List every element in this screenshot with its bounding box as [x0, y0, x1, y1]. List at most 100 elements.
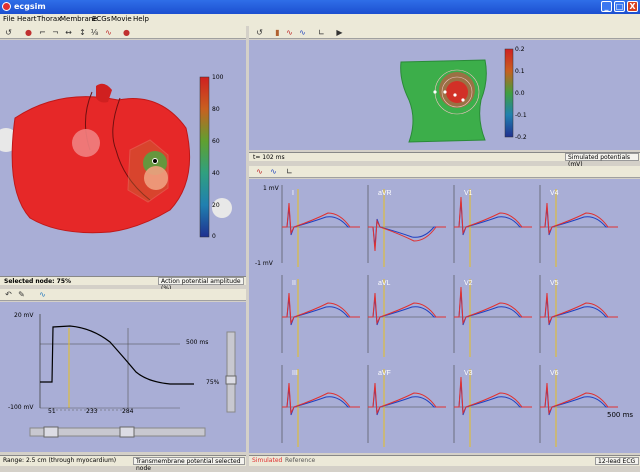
ecg-lead-label: aVR — [378, 190, 392, 197]
ap-x-unit-label: 500 ms — [186, 339, 209, 346]
maximize-button[interactable]: □ — [614, 1, 625, 12]
ecg-reference-trace — [540, 206, 618, 236]
ecg-reference-trace — [282, 386, 360, 416]
rotate-icon[interactable]: ↺ — [4, 28, 13, 37]
ap-toolbar: ↶ ✎ ∿ — [0, 289, 246, 301]
ecg-simulated-trace — [368, 292, 446, 325]
torso-status-bar: t= 102 ms Simulated potentials (mV) — [249, 152, 640, 168]
range-text: Range: 2.5 cm (through myocardium) — [3, 457, 117, 464]
torso-quantity-label: Simulated potentials (mV) — [565, 153, 639, 168]
electrode-sphere — [144, 166, 168, 190]
cursor-icon[interactable]: ✎ — [17, 290, 26, 299]
ap-quantity-label: Transmembrane potential selected node — [133, 457, 245, 472]
ap-horizontal-slider-thumb[interactable] — [43, 426, 59, 438]
colorbar — [199, 76, 210, 238]
rotate-icon[interactable]: ↺ — [255, 28, 264, 37]
compare-map-icon[interactable]: ∿ — [298, 28, 307, 37]
close-button[interactable]: X — [627, 1, 638, 12]
ecg-compare-icon[interactable]: ∿ — [269, 167, 278, 176]
ecg-y-bottom-label: -1 mV — [255, 260, 273, 267]
ap-status-bar: Range: 2.5 cm (through myocardium) Trans… — [0, 455, 246, 472]
colorbar — [504, 48, 514, 138]
step-down-icon[interactable]: ¬ — [51, 28, 60, 37]
torso-toolbar: ↺ ▮ ∿ ∿ ∟ ▶ — [249, 26, 640, 39]
ecg-grid[interactable]: IaVR V1 V4 II aVL V2 V5 III aVF V3 V6 — [249, 179, 640, 453]
ecg-lead-label: III — [292, 370, 298, 377]
torso-panel: 0.2 0.1 0.0 -0.1 -0.2 — [249, 40, 640, 150]
colorbar-label: 0 — [212, 233, 216, 240]
colorbar-label: -0.2 — [515, 134, 527, 141]
colorbar-label: 80 — [212, 106, 220, 113]
ecg-reference-trace — [368, 218, 446, 248]
heart-status-bar: Selected node: 75% Action potential ampl… — [0, 276, 246, 292]
colorbar-label: 60 — [212, 138, 220, 145]
colorbar-label: -0.1 — [515, 112, 527, 119]
ecg-simulated-trace — [454, 196, 532, 235]
colorbar-label: 0.2 — [515, 46, 525, 53]
heart-panel: 100 80 60 40 20 0 — [0, 40, 246, 276]
ecg-lead-label: V2 — [464, 280, 473, 287]
ap-curve — [40, 325, 194, 385]
ecg-simulated-trace — [282, 292, 360, 325]
heart-view-icon[interactable]: ● — [24, 28, 33, 37]
step-up-icon[interactable]: ⌐ — [38, 28, 47, 37]
ecg-x-unit-label: 500 ms — [607, 411, 634, 419]
app-heart-icon — [2, 2, 11, 11]
torso-view[interactable] — [249, 40, 640, 150]
menu-file[interactable]: File — [3, 15, 15, 23]
ap-y-top-label: 20 mV — [14, 312, 34, 319]
potential-map-icon[interactable]: ∿ — [285, 28, 294, 37]
ecg-simulated-icon[interactable]: ∿ — [255, 167, 264, 176]
ap-vertical-slider-track[interactable] — [226, 331, 236, 413]
waveform-icon[interactable]: ∿ — [38, 290, 47, 299]
menu-help[interactable]: Help — [133, 15, 149, 23]
ecg-status-bar: Simulated Reference 12-lead ECG — [249, 455, 640, 466]
axes-icon[interactable]: ∟ — [285, 167, 294, 176]
selected-node-marker[interactable] — [152, 158, 158, 164]
ap-vertical-slider-thumb[interactable] — [225, 375, 237, 385]
heart-toolbar: ↺ ● ⌐ ¬ ↔ ↕ ⅛ ∿ ● — [0, 26, 246, 39]
ecg-lead-label: II — [292, 280, 296, 287]
ecg-reference-trace — [454, 290, 532, 326]
heart-view[interactable] — [0, 40, 246, 276]
ap-marker-label: 284 — [122, 408, 134, 415]
electrode-dot — [443, 90, 447, 94]
ecg-lead-label: aVL — [378, 280, 391, 287]
potential-peak — [446, 81, 468, 103]
window-title: ecgsim — [14, 2, 46, 11]
undo-icon[interactable]: ↶ — [4, 290, 13, 299]
ecg-simulated-trace — [282, 202, 360, 235]
ecg-simulated-trace — [368, 382, 446, 415]
ap-plot[interactable] — [0, 302, 246, 452]
torso-view-icon[interactable]: ▮ — [273, 28, 282, 37]
ecg-reference-trace — [282, 296, 360, 326]
title-bar: ecgsim _ □ X — [0, 0, 640, 14]
ecg-simulated-trace — [454, 376, 532, 415]
menu-heart[interactable]: Heart — [17, 15, 36, 23]
minimize-button[interactable]: _ — [601, 1, 612, 12]
menu-movie[interactable]: Movie — [111, 15, 132, 23]
horizontal-arrows-icon[interactable]: ↔ — [64, 28, 73, 37]
legend-reference: Reference — [285, 457, 316, 464]
wave-icon[interactable]: ∿ — [104, 28, 113, 37]
axes-icon[interactable]: ∟ — [317, 28, 326, 37]
ecg-simulated-trace — [540, 202, 618, 235]
ecg-reference-trace — [368, 386, 446, 416]
scale-icon[interactable]: ⅛ — [90, 28, 99, 37]
movie-icon[interactable]: ▶ — [335, 28, 344, 37]
ap-marker-label: 233 — [86, 408, 98, 415]
menu-ecgs[interactable]: ECGs — [92, 15, 110, 23]
electrode-dot — [453, 93, 457, 97]
colorbar-label: 0.1 — [515, 68, 525, 75]
ap-horizontal-slider-thumb[interactable] — [119, 426, 135, 438]
menu-thorax[interactable]: Thorax — [37, 15, 61, 23]
ecg-lead-label: V3 — [464, 370, 473, 377]
ecg-reference-trace — [540, 296, 618, 326]
colorbar-label: 40 — [212, 170, 220, 177]
legend-simulated: Simulated — [252, 457, 283, 464]
ap-marker-label: 51 — [48, 408, 56, 415]
ecg-simulated-trace — [282, 382, 360, 415]
vertical-arrows-icon[interactable]: ↕ — [78, 28, 87, 37]
time-label: t= 102 ms — [253, 154, 285, 161]
heart-color-icon[interactable]: ● — [122, 28, 131, 37]
